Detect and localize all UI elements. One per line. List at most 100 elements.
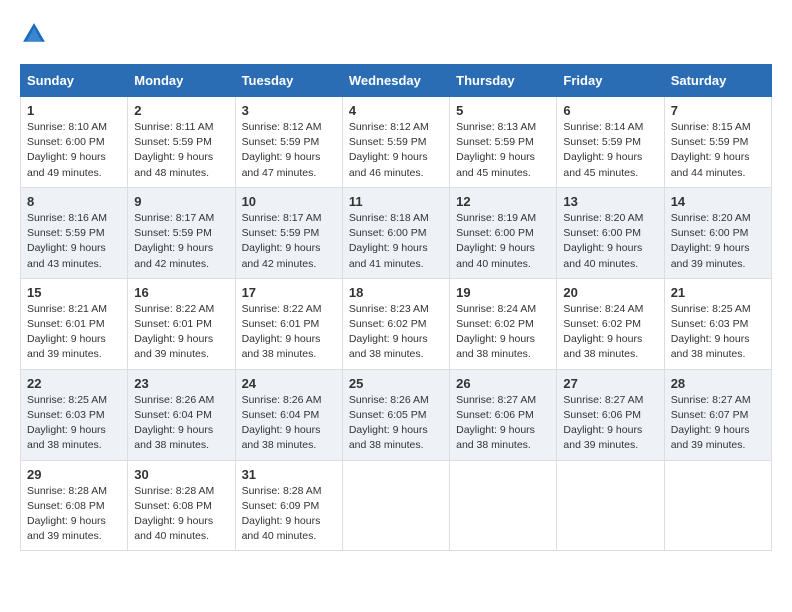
calendar-header-monday: Monday (128, 65, 235, 97)
day-info: Sunrise: 8:12 AMSunset: 5:59 PMDaylight:… (349, 121, 429, 179)
calendar-cell: 9 Sunrise: 8:17 AMSunset: 5:59 PMDayligh… (128, 187, 235, 278)
calendar-cell: 5 Sunrise: 8:13 AMSunset: 5:59 PMDayligh… (450, 97, 557, 188)
calendar-cell (664, 460, 771, 551)
day-number: 14 (671, 194, 765, 209)
calendar-cell: 15 Sunrise: 8:21 AMSunset: 6:01 PMDaylig… (21, 278, 128, 369)
day-info: Sunrise: 8:16 AMSunset: 5:59 PMDaylight:… (27, 212, 107, 270)
calendar-cell: 24 Sunrise: 8:26 AMSunset: 6:04 PMDaylig… (235, 369, 342, 460)
calendar-cell: 16 Sunrise: 8:22 AMSunset: 6:01 PMDaylig… (128, 278, 235, 369)
day-info: Sunrise: 8:28 AMSunset: 6:08 PMDaylight:… (27, 485, 107, 543)
calendar-cell: 25 Sunrise: 8:26 AMSunset: 6:05 PMDaylig… (342, 369, 449, 460)
calendar-header-friday: Friday (557, 65, 664, 97)
day-number: 23 (134, 376, 228, 391)
day-info: Sunrise: 8:19 AMSunset: 6:00 PMDaylight:… (456, 212, 536, 270)
calendar-cell: 22 Sunrise: 8:25 AMSunset: 6:03 PMDaylig… (21, 369, 128, 460)
calendar-cell (557, 460, 664, 551)
calendar-cell: 6 Sunrise: 8:14 AMSunset: 5:59 PMDayligh… (557, 97, 664, 188)
calendar-header-tuesday: Tuesday (235, 65, 342, 97)
calendar-cell (450, 460, 557, 551)
logo-icon (20, 20, 48, 48)
day-number: 11 (349, 194, 443, 209)
day-number: 15 (27, 285, 121, 300)
calendar-cell: 11 Sunrise: 8:18 AMSunset: 6:00 PMDaylig… (342, 187, 449, 278)
day-number: 26 (456, 376, 550, 391)
calendar-header-sunday: Sunday (21, 65, 128, 97)
calendar-header-wednesday: Wednesday (342, 65, 449, 97)
calendar-table: SundayMondayTuesdayWednesdayThursdayFrid… (20, 64, 772, 551)
day-number: 29 (27, 467, 121, 482)
page-header (20, 20, 772, 48)
calendar-cell: 13 Sunrise: 8:20 AMSunset: 6:00 PMDaylig… (557, 187, 664, 278)
day-info: Sunrise: 8:17 AMSunset: 5:59 PMDaylight:… (242, 212, 322, 270)
day-info: Sunrise: 8:23 AMSunset: 6:02 PMDaylight:… (349, 303, 429, 361)
calendar-body: 1 Sunrise: 8:10 AMSunset: 6:00 PMDayligh… (21, 97, 772, 551)
day-info: Sunrise: 8:25 AMSunset: 6:03 PMDaylight:… (27, 394, 107, 452)
calendar-cell: 3 Sunrise: 8:12 AMSunset: 5:59 PMDayligh… (235, 97, 342, 188)
day-number: 7 (671, 103, 765, 118)
day-number: 5 (456, 103, 550, 118)
day-number: 8 (27, 194, 121, 209)
calendar-week-row: 8 Sunrise: 8:16 AMSunset: 5:59 PMDayligh… (21, 187, 772, 278)
calendar-cell: 26 Sunrise: 8:27 AMSunset: 6:06 PMDaylig… (450, 369, 557, 460)
calendar-cell: 20 Sunrise: 8:24 AMSunset: 6:02 PMDaylig… (557, 278, 664, 369)
day-info: Sunrise: 8:26 AMSunset: 6:05 PMDaylight:… (349, 394, 429, 452)
day-info: Sunrise: 8:21 AMSunset: 6:01 PMDaylight:… (27, 303, 107, 361)
calendar-cell: 23 Sunrise: 8:26 AMSunset: 6:04 PMDaylig… (128, 369, 235, 460)
calendar-cell: 21 Sunrise: 8:25 AMSunset: 6:03 PMDaylig… (664, 278, 771, 369)
day-number: 12 (456, 194, 550, 209)
calendar-header-thursday: Thursday (450, 65, 557, 97)
day-info: Sunrise: 8:10 AMSunset: 6:00 PMDaylight:… (27, 121, 107, 179)
calendar-cell: 29 Sunrise: 8:28 AMSunset: 6:08 PMDaylig… (21, 460, 128, 551)
calendar-header-row: SundayMondayTuesdayWednesdayThursdayFrid… (21, 65, 772, 97)
day-info: Sunrise: 8:13 AMSunset: 5:59 PMDaylight:… (456, 121, 536, 179)
day-number: 4 (349, 103, 443, 118)
logo (20, 20, 52, 48)
day-number: 21 (671, 285, 765, 300)
day-info: Sunrise: 8:22 AMSunset: 6:01 PMDaylight:… (242, 303, 322, 361)
day-info: Sunrise: 8:15 AMSunset: 5:59 PMDaylight:… (671, 121, 751, 179)
calendar-cell: 4 Sunrise: 8:12 AMSunset: 5:59 PMDayligh… (342, 97, 449, 188)
day-info: Sunrise: 8:20 AMSunset: 6:00 PMDaylight:… (671, 212, 751, 270)
calendar-week-row: 1 Sunrise: 8:10 AMSunset: 6:00 PMDayligh… (21, 97, 772, 188)
day-number: 10 (242, 194, 336, 209)
day-info: Sunrise: 8:12 AMSunset: 5:59 PMDaylight:… (242, 121, 322, 179)
calendar-cell: 2 Sunrise: 8:11 AMSunset: 5:59 PMDayligh… (128, 97, 235, 188)
day-info: Sunrise: 8:17 AMSunset: 5:59 PMDaylight:… (134, 212, 214, 270)
day-number: 28 (671, 376, 765, 391)
day-info: Sunrise: 8:14 AMSunset: 5:59 PMDaylight:… (563, 121, 643, 179)
calendar-cell: 8 Sunrise: 8:16 AMSunset: 5:59 PMDayligh… (21, 187, 128, 278)
day-info: Sunrise: 8:26 AMSunset: 6:04 PMDaylight:… (242, 394, 322, 452)
calendar-week-row: 15 Sunrise: 8:21 AMSunset: 6:01 PMDaylig… (21, 278, 772, 369)
day-info: Sunrise: 8:25 AMSunset: 6:03 PMDaylight:… (671, 303, 751, 361)
day-info: Sunrise: 8:27 AMSunset: 6:06 PMDaylight:… (456, 394, 536, 452)
day-info: Sunrise: 8:26 AMSunset: 6:04 PMDaylight:… (134, 394, 214, 452)
day-number: 13 (563, 194, 657, 209)
day-info: Sunrise: 8:11 AMSunset: 5:59 PMDaylight:… (134, 121, 213, 179)
day-info: Sunrise: 8:18 AMSunset: 6:00 PMDaylight:… (349, 212, 429, 270)
day-number: 24 (242, 376, 336, 391)
day-number: 2 (134, 103, 228, 118)
day-number: 27 (563, 376, 657, 391)
day-info: Sunrise: 8:20 AMSunset: 6:00 PMDaylight:… (563, 212, 643, 270)
calendar-cell: 31 Sunrise: 8:28 AMSunset: 6:09 PMDaylig… (235, 460, 342, 551)
day-number: 25 (349, 376, 443, 391)
calendar-cell: 19 Sunrise: 8:24 AMSunset: 6:02 PMDaylig… (450, 278, 557, 369)
day-number: 1 (27, 103, 121, 118)
calendar-cell: 14 Sunrise: 8:20 AMSunset: 6:00 PMDaylig… (664, 187, 771, 278)
day-number: 22 (27, 376, 121, 391)
day-number: 16 (134, 285, 228, 300)
calendar-cell: 30 Sunrise: 8:28 AMSunset: 6:08 PMDaylig… (128, 460, 235, 551)
calendar-cell: 27 Sunrise: 8:27 AMSunset: 6:06 PMDaylig… (557, 369, 664, 460)
day-number: 3 (242, 103, 336, 118)
calendar-cell: 1 Sunrise: 8:10 AMSunset: 6:00 PMDayligh… (21, 97, 128, 188)
calendar-cell: 28 Sunrise: 8:27 AMSunset: 6:07 PMDaylig… (664, 369, 771, 460)
day-info: Sunrise: 8:24 AMSunset: 6:02 PMDaylight:… (456, 303, 536, 361)
day-number: 17 (242, 285, 336, 300)
day-info: Sunrise: 8:28 AMSunset: 6:09 PMDaylight:… (242, 485, 322, 543)
calendar-cell (342, 460, 449, 551)
calendar-cell: 10 Sunrise: 8:17 AMSunset: 5:59 PMDaylig… (235, 187, 342, 278)
day-number: 6 (563, 103, 657, 118)
calendar-cell: 17 Sunrise: 8:22 AMSunset: 6:01 PMDaylig… (235, 278, 342, 369)
day-number: 18 (349, 285, 443, 300)
day-info: Sunrise: 8:24 AMSunset: 6:02 PMDaylight:… (563, 303, 643, 361)
